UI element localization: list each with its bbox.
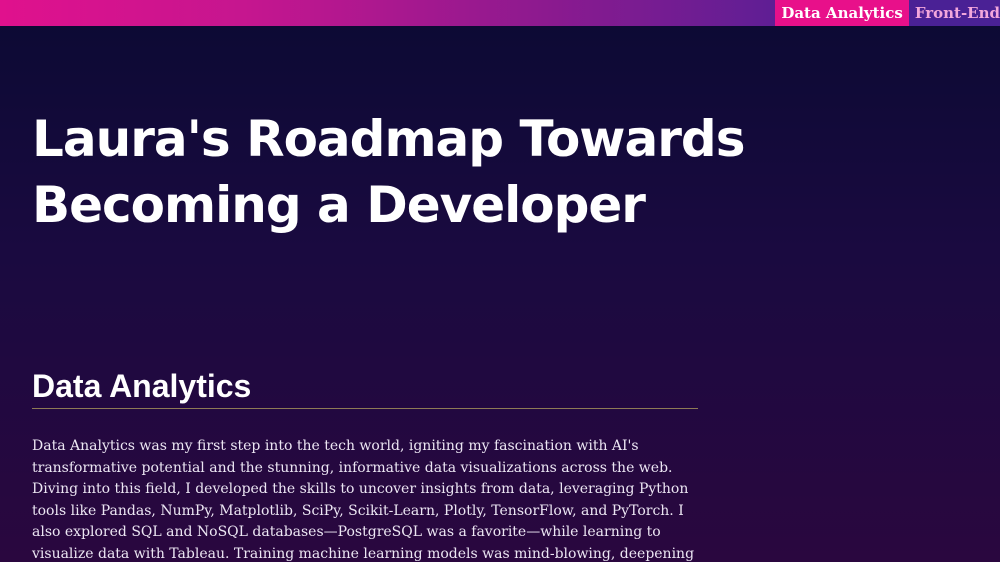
nav-link-data-analytics[interactable]: Data Analytics bbox=[775, 0, 909, 26]
nav-link-front-end[interactable]: Front-End bbox=[908, 0, 1000, 26]
section-nav: Data Analytics Front-End bbox=[775, 0, 1000, 26]
page-title: Laura's Roadmap Towards Becoming a Devel… bbox=[32, 110, 745, 234]
section-body-text: Data Analytics was my first step into th… bbox=[32, 438, 695, 562]
section-heading-data-analytics: Data Analytics bbox=[32, 368, 698, 409]
top-navigation-bar: Data Analytics Front-End bbox=[0, 0, 1000, 26]
